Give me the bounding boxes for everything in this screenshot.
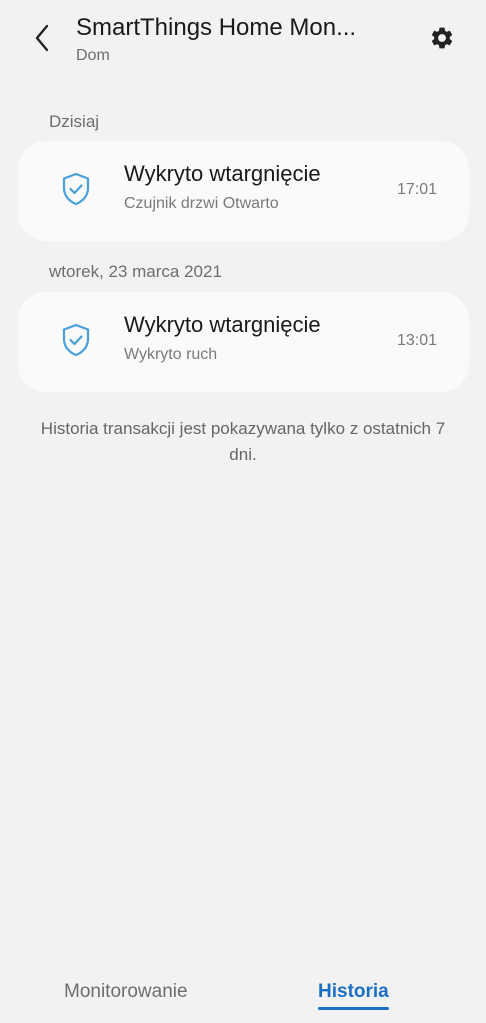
gear-icon <box>431 27 453 49</box>
shield-check-icon <box>62 172 90 206</box>
app-header: SmartThings Home Mon... Dom <box>0 0 486 90</box>
event-subtitle: Czujnik drzwi Otwarto <box>124 195 279 212</box>
bottom-tab-bar: Monitorowanie Historia <box>0 960 486 1023</box>
section-label-today: Dzisiaj <box>49 112 100 131</box>
event-title: Wykryto wtargnięcie <box>124 161 321 186</box>
event-time: 13:01 <box>396 332 437 349</box>
event-card[interactable]: Wykryto wtargnięcie Czujnik drzwi Otwart… <box>18 141 469 241</box>
event-subtitle: Wykryto ruch <box>124 346 218 363</box>
history-retention-note: Historia transakcji jest pokazywana tylk… <box>40 419 446 464</box>
event-title: Wykryto wtargnięcie <box>124 312 321 337</box>
page-subtitle: Dom <box>76 47 110 64</box>
active-tab-indicator <box>318 1007 389 1010</box>
settings-button[interactable] <box>426 22 458 54</box>
tab-monitoring[interactable]: Monitorowanie <box>64 981 188 1003</box>
event-time: 17:01 <box>396 181 437 198</box>
tab-history[interactable]: Historia <box>318 981 389 1003</box>
shield-check-icon <box>62 323 90 357</box>
back-button[interactable] <box>26 22 58 54</box>
event-card[interactable]: Wykryto wtargnięcie Wykryto ruch 13:01 <box>18 292 469 392</box>
page-title: SmartThings Home Mon... <box>76 14 357 41</box>
chevron-left-icon <box>35 24 49 52</box>
section-label-date: wtorek, 23 marca 2021 <box>49 262 222 281</box>
